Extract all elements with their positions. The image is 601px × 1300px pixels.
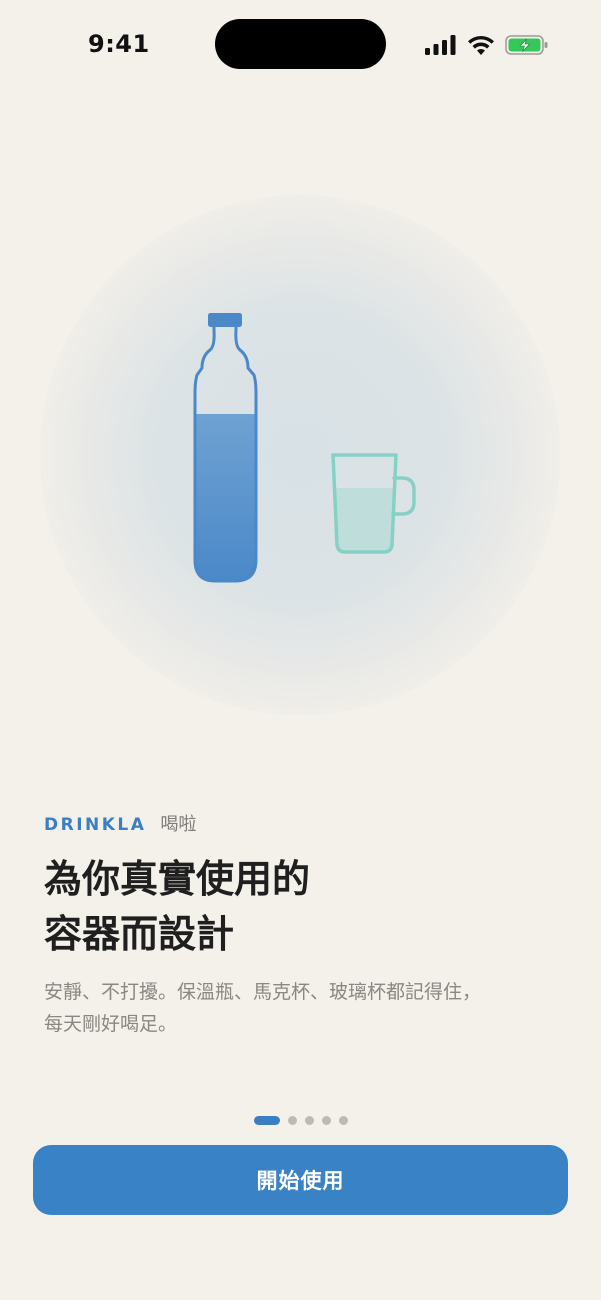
get-started-button[interactable]: 開始使用 (33, 1145, 568, 1215)
page-description: 安靜、不打擾。保溫瓶、馬克杯、玻璃杯都記得住， 每天剛好喝足。 (44, 976, 564, 1040)
bottle-water-fill (195, 414, 256, 581)
description-line: 安靜、不打擾。保溫瓶、馬克杯、玻璃杯都記得住， (44, 981, 482, 1003)
page-title: 為你真實使用的 容器而設計 (44, 852, 564, 962)
water-bottle-icon (193, 313, 258, 583)
description-line: 每天剛好喝足。 (44, 1013, 178, 1035)
page-dot[interactable] (321, 1116, 331, 1125)
brand-subtitle: 喝啦 (160, 814, 197, 835)
brand-row: DRINKLA 喝啦 (44, 810, 196, 836)
page-indicator (0, 1116, 601, 1125)
page-dot-active[interactable] (253, 1116, 280, 1125)
illustration (193, 313, 416, 583)
brand-name: DRINKLA (44, 815, 147, 835)
page-dot[interactable] (304, 1116, 314, 1125)
title-line: 為你真實使用的 (44, 857, 311, 901)
page-dot[interactable] (338, 1116, 348, 1125)
title-line: 容器而設計 (44, 912, 235, 956)
page-dot[interactable] (287, 1116, 297, 1125)
bottle-cap (208, 313, 242, 327)
mug-icon (331, 453, 416, 554)
